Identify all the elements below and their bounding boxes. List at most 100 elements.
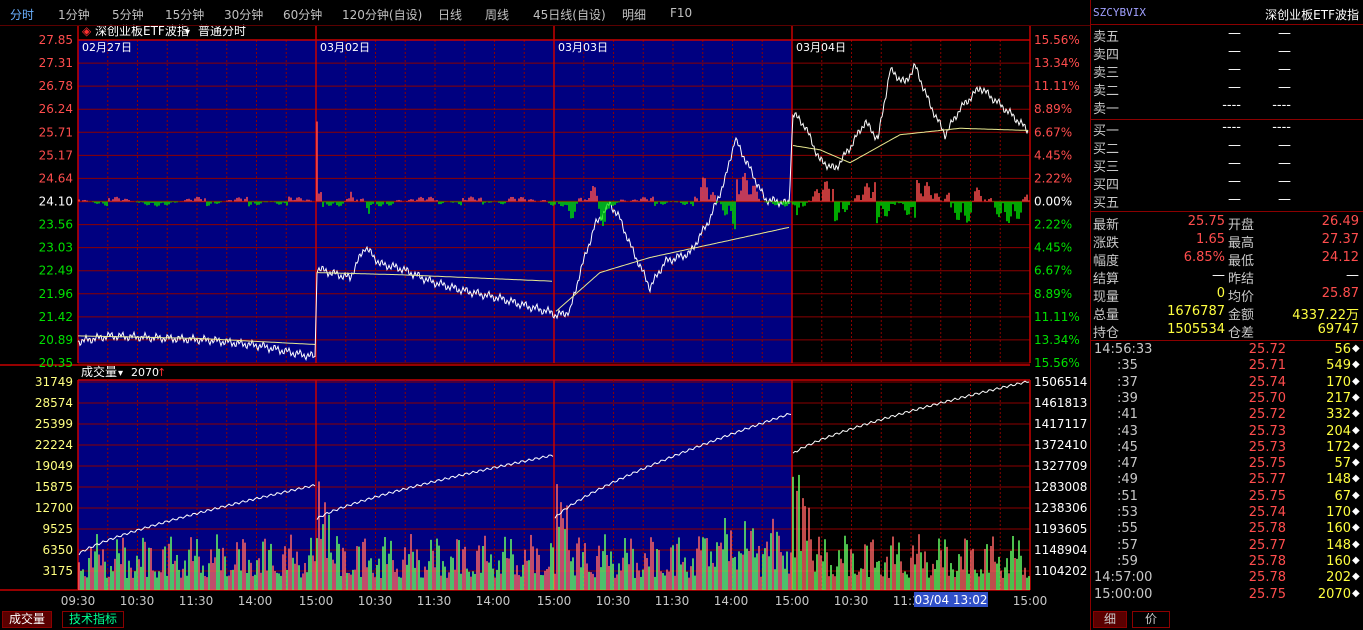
tick-volume: 56 [1334,342,1351,357]
divider [1091,340,1363,341]
time-axis-label: 15:00 [775,594,810,608]
period-tab-4[interactable]: 30分钟 [224,6,263,23]
tick-time: :51 [1117,488,1138,504]
stat-value: — [1346,268,1359,283]
volume-up-arrow-icon: ↑ [157,366,166,379]
price-axis-left-label: 22.49 [39,264,73,278]
bid-label: 买四 [1093,178,1120,193]
tick-time: :37 [1117,374,1138,390]
price-axis-left-label: 26.78 [39,79,73,93]
bid-volume: — [1278,174,1291,189]
bid-price: — [1228,192,1241,207]
price-axis-right-label: 8.89% [1034,102,1072,116]
day-label: 03月02日 [320,41,370,54]
tick-price: 25.72 [1248,407,1286,423]
volume-axis-right-label: 1506514 [1034,375,1087,389]
stat-label: 总量 [1093,308,1120,323]
tick-direction-icon: ◆ [1352,359,1360,371]
price-axis-left-label: 20.89 [39,333,73,347]
tick-price: 25.75 [1248,488,1286,504]
period-tab-0[interactable]: 分时 [10,6,34,23]
price-axis-right-label: 13.34% [1034,333,1080,347]
volume-axis-right-label: 1461813 [1034,396,1087,410]
price-axis-right-label: 15.56% [1034,33,1080,47]
tick-price: 25.78 [1248,553,1286,569]
tab-detail[interactable]: 细 [1093,611,1127,628]
tick-volume: 202 [1326,570,1351,586]
price-axis-right-label: 6.67% [1034,125,1072,139]
volume-value: 2070 [131,366,159,379]
period-tab-3[interactable]: 15分钟 [165,6,204,23]
tick-price: 25.77 [1248,472,1286,488]
tick-direction-icon: ◆ [1352,489,1360,501]
tick-volume: 170 [1326,374,1351,390]
stat-label: 昨结 [1228,272,1255,287]
time-axis-label: 11:30 [655,594,690,608]
tick-price: 25.75 [1248,586,1286,602]
time-axis-label: 10:30 [834,594,869,608]
price-axis-right-label: 13.34% [1034,56,1080,70]
ask-label: 卖一 [1093,102,1120,117]
tick-price: 25.72 [1248,342,1286,357]
price-axis-right-label: 15.56% [1034,356,1080,370]
tick-volume: 204 [1326,423,1351,439]
tick-volume: 549 [1326,358,1351,374]
period-tab-1[interactable]: 1分钟 [58,6,90,23]
volume-axis-right-label: 1327709 [1034,459,1087,473]
ask-price: — [1228,80,1241,95]
period-toolbar: 分时 1分钟 5分钟 15分钟 30分钟 60分钟 120分钟(自设) 日线 周线 45日线(自设… [0,0,1090,26]
ask-volume: ---- [1272,98,1291,113]
stat-value: 24.12 [1321,250,1359,265]
tick-direction-icon: ◆ [1352,424,1360,436]
bid-volume: — [1278,138,1291,153]
tick-time: :57 [1117,537,1138,553]
tick-volume: 217 [1326,390,1351,406]
bid-price: — [1228,174,1241,189]
tick-volume: 332 [1326,407,1351,423]
volume-axis-left-label: 12700 [35,501,73,515]
price-axis-left-label: 25.71 [39,125,73,139]
time-axis-label: 15:00 [1013,594,1048,608]
stat-label: 金额 [1228,308,1255,323]
price-axis-left-label: 27.31 [39,56,73,70]
time-axis-label: 10:30 [596,594,631,608]
tab-volume[interactable]: 成交量 [2,611,53,628]
tick-direction-icon: ◆ [1352,440,1360,452]
price-axis-left-label: 25.17 [39,148,73,162]
chart-canvas[interactable]: 27.85 27.31 26.78 26.24 25.71 25.17 24.64 24.10… [0,0,1090,608]
ask-volume: — [1278,80,1291,95]
price-axis-left-label: 24.64 [39,171,73,185]
period-tab-11[interactable]: F10 [670,6,692,20]
time-axis-label: 11:30 [179,594,214,608]
tab-indicators[interactable]: 技术指标 [62,611,125,628]
ask-price: — [1228,62,1241,77]
tab-price[interactable]: 价 [1132,611,1170,628]
price-axis-right-label: 8.89% [1034,287,1072,301]
stat-label: 均价 [1228,290,1255,305]
tick-price: 25.71 [1248,358,1286,374]
volume-axis-left-label: 28574 [35,396,73,410]
period-tab-9[interactable]: 45日线(自设) [533,6,606,23]
bid-label: 买五 [1093,196,1120,211]
tick-direction-icon: ◆ [1352,506,1360,517]
ask-label: 卖三 [1093,66,1120,81]
period-tab-5[interactable]: 60分钟 [283,6,322,23]
ask-volume: — [1278,62,1291,77]
tick-volume: 170 [1326,505,1351,520]
ask-label: 卖四 [1093,48,1120,63]
period-tab-2[interactable]: 5分钟 [112,6,144,23]
period-tab-10[interactable]: 明细 [622,6,646,23]
price-axis-right-label: 4.45% [1034,148,1072,162]
time-axis-label: 09:30 [61,594,96,608]
period-tab-8[interactable]: 周线 [485,6,509,23]
time-axis-label: 10:30 [358,594,393,608]
volume-axis-right-label: 1193605 [1034,522,1087,536]
tick-time: :39 [1117,390,1138,406]
price-axis-left-label: 24.10 [39,195,73,209]
day-label: 02月27日 [82,41,132,54]
tick-price: 25.70 [1248,390,1286,406]
tick-direction-icon: ◆ [1352,538,1360,550]
period-tab-6[interactable]: 120分钟(自设) [342,6,422,23]
period-tab-7[interactable]: 日线 [438,6,462,23]
bid-price: ---- [1222,120,1241,135]
